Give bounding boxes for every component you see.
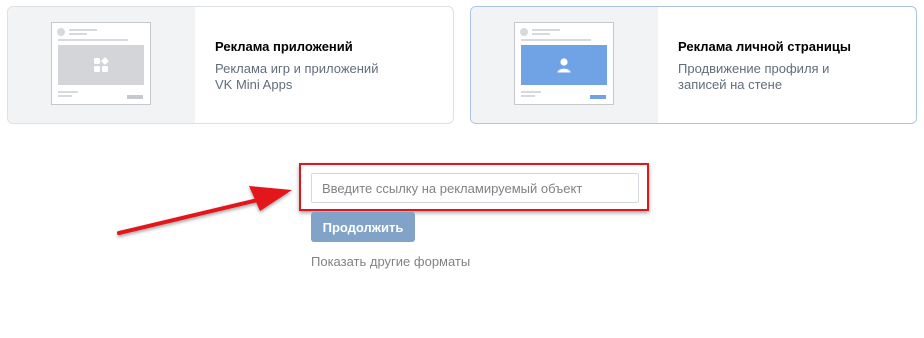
preview-media (58, 45, 144, 85)
preview-line (58, 95, 72, 97)
card-description: Продвижение профиля и записей на стене (678, 61, 830, 92)
post-preview-frame (51, 22, 151, 105)
card-title: Реклама личной страницы (678, 39, 851, 54)
preview-avatar (520, 28, 528, 36)
apps-grid-icon (94, 57, 109, 72)
preview-line (521, 91, 541, 93)
card-preview (8, 7, 195, 123)
show-other-formats-link[interactable]: Показать другие форматы (311, 254, 470, 269)
preview-line (58, 39, 128, 41)
url-input[interactable] (311, 173, 639, 203)
preview-media (521, 45, 607, 85)
preview-button (127, 95, 143, 99)
card-title: Реклама приложений (215, 39, 353, 54)
preview-line (521, 95, 535, 97)
preview-line (521, 39, 591, 41)
preview-line (69, 29, 97, 31)
preview-avatar (57, 28, 65, 36)
card-description: Реклама игр и приложений VK Mini Apps (215, 61, 379, 92)
ad-format-card-personal-page[interactable]: Реклама личной страницы Продвижение проф… (470, 6, 917, 124)
ad-format-card-apps[interactable]: Реклама приложений Реклама игр и приложе… (7, 6, 454, 124)
preview-line (58, 91, 78, 93)
card-preview (471, 7, 658, 123)
preview-button (590, 95, 606, 99)
user-profile-icon (557, 58, 571, 73)
continue-button[interactable]: Продолжить (311, 212, 415, 242)
preview-line (69, 33, 87, 35)
post-preview-frame (514, 22, 614, 105)
preview-line (532, 29, 560, 31)
preview-line (532, 33, 550, 35)
